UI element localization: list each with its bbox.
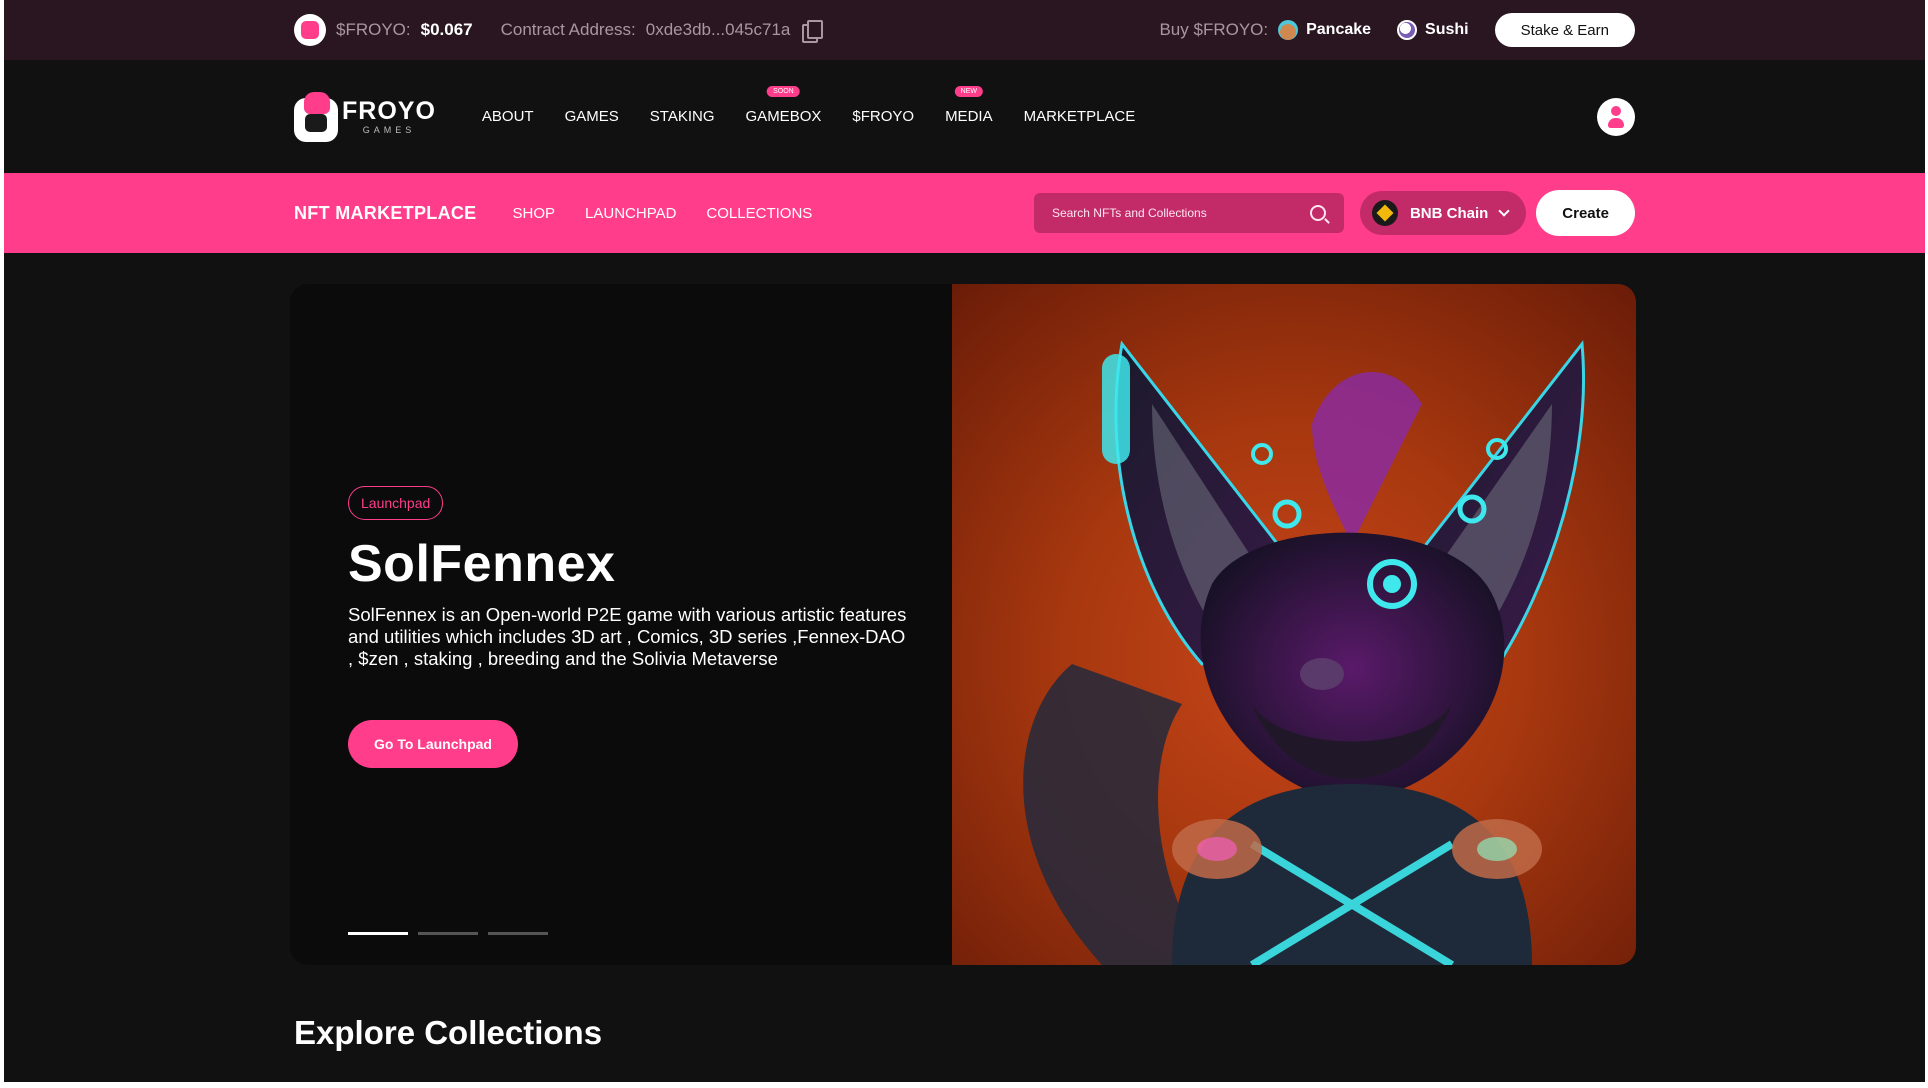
subnav-shop[interactable]: SHOP xyxy=(513,205,556,222)
nav-staking[interactable]: STAKING xyxy=(650,108,715,125)
top-bar: $FROYO: $0.067 Contract Address: 0xde3db… xyxy=(4,0,1925,60)
nav-media-label: MEDIA xyxy=(945,108,993,125)
brand-sub: GAMES xyxy=(362,124,416,135)
nav-froyo-label: $FROYO xyxy=(852,108,915,125)
nav-staking-label: STAKING xyxy=(649,108,715,125)
hero-description: SolFennex is an Open-world P2E game with… xyxy=(348,604,907,669)
search-icon[interactable] xyxy=(1309,205,1326,221)
brand-logo[interactable]: FROYO GAMES xyxy=(294,91,436,142)
pancake-link[interactable]: Pancake xyxy=(1278,20,1371,40)
carousel-indicators xyxy=(348,932,558,935)
nav-marketplace-label: MARKETPLACE xyxy=(1023,108,1136,125)
hero-banner: Launchpad SolFennex SolFennex is an Open… xyxy=(290,284,1636,965)
new-badge: NEW xyxy=(954,86,983,97)
chain-selector[interactable]: BNB Chain xyxy=(1359,191,1527,235)
create-button[interactable]: Create xyxy=(1536,190,1635,236)
pancake-icon xyxy=(1278,20,1299,40)
contract-address: 0xde3db...045c71a xyxy=(645,20,791,39)
go-to-launchpad-button[interactable]: Go To Launchpad xyxy=(348,720,518,768)
hero-content: Launchpad SolFennex SolFennex is an Open… xyxy=(290,284,952,965)
brand-name: FROYO xyxy=(342,96,436,125)
stake-earn-button[interactable]: Stake & Earn xyxy=(1494,13,1635,47)
search-input[interactable]: Search NFTs and Collections xyxy=(1033,193,1344,233)
bnb-icon xyxy=(1371,200,1398,226)
main-nav: FROYO GAMES ABOUT GAMES STAKING SOON GAM… xyxy=(4,60,1925,173)
page-frame: $FROYO: $0.067 Contract Address: 0xde3db… xyxy=(4,0,1925,1082)
subnav-launchpad[interactable]: LAUNCHPAD xyxy=(585,205,676,222)
pancake-label: Pancake xyxy=(1306,21,1372,38)
nav-about-label: ABOUT xyxy=(481,108,534,125)
section-title-explore-collections: Explore Collections xyxy=(294,1014,603,1051)
token-price: $0.067 xyxy=(420,20,473,39)
marketplace-subnav: NFT MARKETPLACE SHOP LAUNCHPAD COLLECTIO… xyxy=(4,173,1925,253)
carousel-dot[interactable] xyxy=(418,932,478,935)
carousel-dot[interactable] xyxy=(348,932,408,935)
nav-media[interactable]: NEW MEDIA xyxy=(945,86,993,125)
user-avatar-icon[interactable] xyxy=(1597,97,1635,136)
hero-title: SolFennex xyxy=(348,535,616,593)
contract-label: Contract Address: xyxy=(500,20,636,39)
subnav-collections[interactable]: COLLECTIONS xyxy=(706,205,812,222)
launchpad-tag: Launchpad xyxy=(348,486,444,520)
search-placeholder: Search NFTs and Collections xyxy=(1051,206,1207,220)
nav-games-label: GAMES xyxy=(564,108,619,125)
fennec-illustration xyxy=(1023,340,1586,965)
chain-label: BNB Chain xyxy=(1409,204,1489,222)
froyo-logo-icon xyxy=(294,91,338,142)
nav-marketplace[interactable]: MARKETPLACE xyxy=(1024,108,1136,125)
sushi-icon xyxy=(1397,20,1418,40)
copy-icon[interactable] xyxy=(802,20,824,43)
nav-gamebox-label: GAMEBOX xyxy=(745,108,822,125)
token-label: $FROYO: xyxy=(336,20,411,39)
marketplace-title[interactable]: NFT MARKETPLACE xyxy=(294,203,477,224)
nav-about[interactable]: ABOUT xyxy=(482,108,534,125)
soon-badge: SOON xyxy=(767,86,800,97)
sushi-link[interactable]: Sushi xyxy=(1397,20,1469,40)
buy-label: Buy $FROYO: xyxy=(1159,20,1269,39)
froyo-coin-icon xyxy=(294,14,326,46)
sushi-label: Sushi xyxy=(1425,21,1469,38)
chevron-down-icon xyxy=(1498,205,1510,217)
hero-artwork-fennec-image xyxy=(952,284,1636,965)
nav-froyo[interactable]: $FROYO xyxy=(852,108,914,125)
carousel-dot[interactable] xyxy=(488,932,548,935)
nav-games[interactable]: GAMES xyxy=(565,108,619,125)
nav-gamebox[interactable]: SOON GAMEBOX xyxy=(745,86,822,125)
